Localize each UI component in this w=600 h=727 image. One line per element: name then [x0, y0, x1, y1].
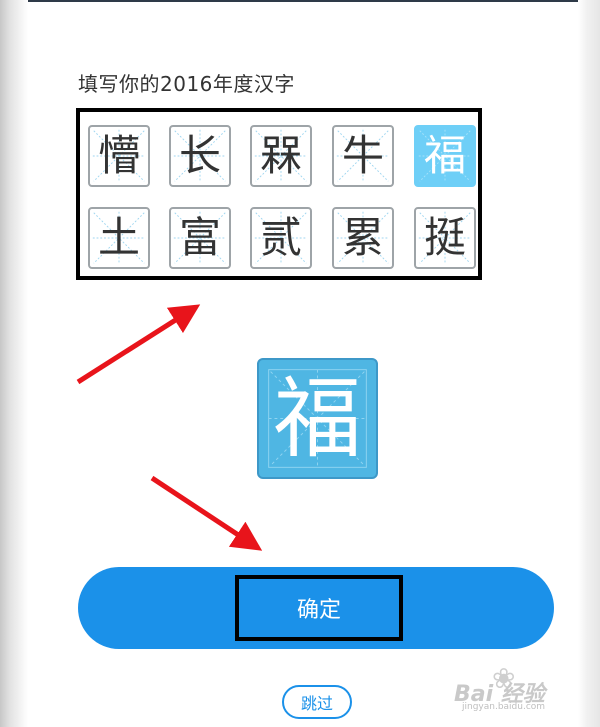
- prompt-label: 填写你的2016年度汉字: [78, 72, 295, 96]
- character-tile[interactable]: 槑: [250, 125, 312, 187]
- preview-character: 福: [273, 366, 362, 470]
- character-glyph: 槑: [259, 131, 302, 180]
- character-glyph: 福: [423, 131, 466, 180]
- skip-button[interactable]: 跳过: [282, 685, 352, 719]
- character-glyph: 挺: [423, 213, 466, 262]
- character-glyph: 长: [178, 131, 221, 180]
- character-tile[interactable]: 土: [88, 207, 150, 269]
- character-tile[interactable]: 贰: [250, 207, 312, 269]
- left-edge-shadow: [0, 0, 28, 727]
- character-tile[interactable]: 累: [332, 207, 394, 269]
- character-tile[interactable]: 挺: [414, 207, 476, 269]
- top-strip: [0, 0, 600, 2]
- character-tile[interactable]: 牛: [332, 125, 394, 187]
- character-tile[interactable]: 富: [169, 207, 231, 269]
- character-glyph: 懵: [97, 131, 140, 180]
- character-glyph: 累: [341, 213, 384, 262]
- preview-character-tile: 福: [257, 358, 378, 479]
- arrow-to-options: [76, 304, 201, 385]
- character-glyph: 富: [178, 213, 221, 262]
- character-glyph: 贰: [259, 213, 302, 262]
- watermark-site: jingyan.baidu.com: [462, 702, 546, 712]
- character-glyph: 土: [97, 213, 140, 262]
- right-edge-shadow: [578, 0, 600, 727]
- baidu-jingyan-watermark: ❀ Bai 经验 jingyan.baidu.com: [440, 662, 590, 718]
- confirm-button-label[interactable]: 确定: [235, 575, 403, 641]
- character-tile[interactable]: 懵: [88, 125, 150, 187]
- arrow-to-confirm: [150, 475, 263, 551]
- character-tile[interactable]: 福: [414, 125, 476, 187]
- character-glyph: 牛: [341, 131, 384, 180]
- character-tile[interactable]: 长: [169, 125, 231, 187]
